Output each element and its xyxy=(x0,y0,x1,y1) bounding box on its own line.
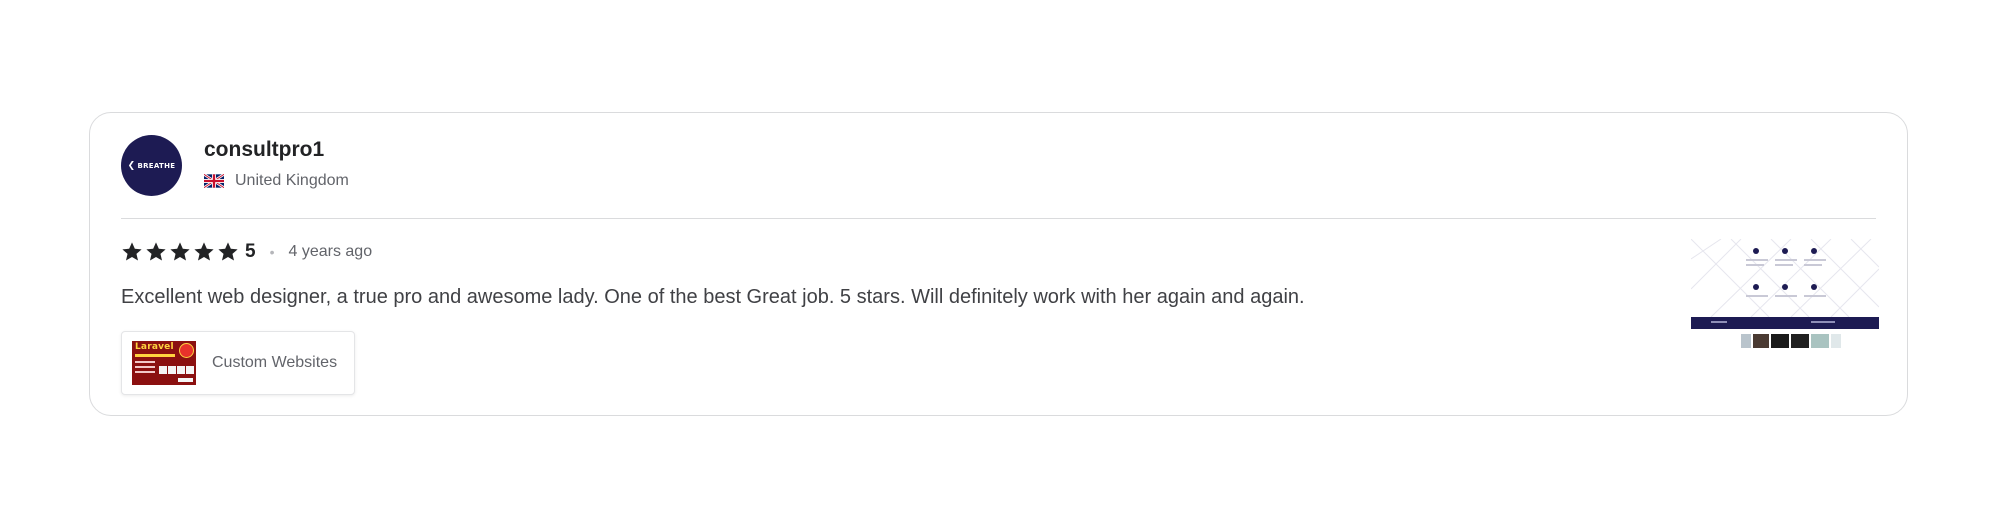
avatar-logo-text: BREATHE xyxy=(137,161,176,170)
review-text: Excellent web designer, a true pro and a… xyxy=(121,286,1305,308)
avatar-arrow-icon: ❮ xyxy=(127,160,136,171)
gig-thumbnail-bar xyxy=(135,354,175,357)
star-icon xyxy=(146,242,166,261)
star-icon xyxy=(218,242,238,261)
gig-thumbnail-footer xyxy=(178,378,193,382)
user-info: consultpro1 United Kingdom xyxy=(204,137,349,190)
review-date: 4 years ago xyxy=(288,243,373,260)
star-icon xyxy=(122,242,142,261)
rating-row: 5 • 4 years ago xyxy=(121,239,372,265)
country-row: United Kingdom xyxy=(204,172,349,190)
reviewer-header: ❮ BREATHE consultpro1 United Kingdom xyxy=(121,135,349,199)
star-rating xyxy=(121,241,239,263)
gig-thumbnail-lines xyxy=(135,361,155,376)
avatar[interactable]: ❮ BREATHE xyxy=(121,135,182,196)
country-name: United Kingdom xyxy=(235,172,349,189)
uk-flag-icon xyxy=(204,174,224,188)
gig-thumbnail-text: Laravel xyxy=(135,342,174,352)
star-icon xyxy=(194,242,214,261)
gig-thumbnail-boxes xyxy=(159,366,194,374)
gig-thumbnail-badge xyxy=(179,343,194,358)
review-attachment-thumbnail[interactable] xyxy=(1691,239,1879,351)
gig-label: Custom Websites xyxy=(212,354,338,371)
divider xyxy=(121,218,1876,219)
avatar-logo: ❮ BREATHE xyxy=(128,161,176,171)
gig-link[interactable]: Laravel Custom Websites xyxy=(121,331,355,395)
gig-thumbnail: Laravel xyxy=(132,341,196,385)
rating-value: 5 xyxy=(245,241,256,262)
separator-dot: • xyxy=(269,244,275,260)
username[interactable]: consultpro1 xyxy=(204,137,349,163)
attachment-image xyxy=(1691,239,1879,351)
star-icon xyxy=(170,242,190,261)
review-card: ❮ BREATHE consultpro1 United Kingdom 5 •… xyxy=(89,112,1908,416)
